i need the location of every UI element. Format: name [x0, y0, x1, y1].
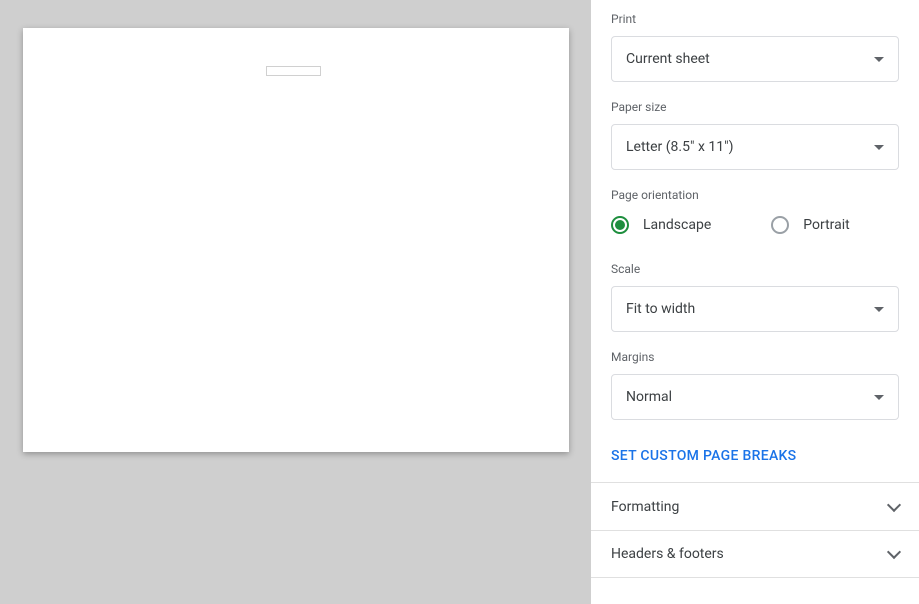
paper-size-select-value: Letter (8.5" x 11") — [626, 139, 733, 155]
preview-page — [23, 28, 569, 452]
radio-icon — [771, 216, 789, 234]
orientation-landscape-radio[interactable]: Landscape — [611, 216, 711, 234]
print-label: Print — [611, 12, 899, 26]
dropdown-arrow-icon — [874, 145, 884, 150]
margins-select[interactable]: Normal — [611, 374, 899, 420]
headers-footers-expander[interactable]: Headers & footers — [591, 530, 919, 578]
print-select-value: Current sheet — [626, 51, 710, 67]
paper-size-select[interactable]: Letter (8.5" x 11") — [611, 124, 899, 170]
chevron-down-icon — [887, 545, 901, 559]
formatting-expander[interactable]: Formatting — [591, 482, 919, 530]
margins-label: Margins — [611, 350, 899, 364]
dropdown-arrow-icon — [874, 307, 884, 312]
scale-select-value: Fit to width — [626, 301, 695, 317]
print-preview-area — [0, 0, 591, 604]
dropdown-arrow-icon — [874, 395, 884, 400]
print-settings-sidebar: Print Current sheet Paper size Letter (8… — [591, 0, 919, 604]
scale-label: Scale — [611, 262, 899, 276]
preview-content-cell — [266, 66, 321, 76]
chevron-down-icon — [887, 497, 901, 511]
orientation-label: Page orientation — [611, 188, 899, 202]
orientation-portrait-radio[interactable]: Portrait — [771, 216, 849, 234]
set-custom-page-breaks-button[interactable]: SET CUSTOM PAGE BREAKS — [611, 438, 796, 482]
radio-icon — [611, 216, 629, 234]
formatting-expander-label: Formatting — [611, 499, 679, 515]
margins-select-value: Normal — [626, 389, 672, 405]
paper-size-label: Paper size — [611, 100, 899, 114]
orientation-landscape-label: Landscape — [643, 217, 711, 233]
headers-footers-expander-label: Headers & footers — [611, 546, 724, 562]
print-select[interactable]: Current sheet — [611, 36, 899, 82]
scale-select[interactable]: Fit to width — [611, 286, 899, 332]
dropdown-arrow-icon — [874, 57, 884, 62]
orientation-portrait-label: Portrait — [803, 217, 849, 233]
